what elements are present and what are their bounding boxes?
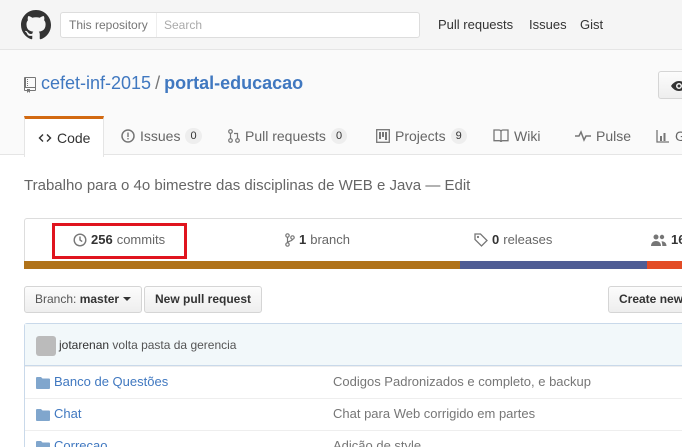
- repo-owner-link[interactable]: cefet-inf-2015: [41, 73, 151, 93]
- file-navigation: jotarenan volta pasta da gerencia Banco …: [24, 323, 682, 447]
- repo-icon: [24, 77, 36, 93]
- commit-tease-text: jotarenan volta pasta da gerencia: [59, 338, 236, 352]
- code-icon: [38, 134, 52, 142]
- branch-select-button[interactable]: Branch: master: [24, 286, 143, 313]
- tab-pulse[interactable]: Pulse: [575, 116, 631, 156]
- file-row[interactable]: Chat Chat para Web corrigido em partes: [25, 398, 682, 430]
- file-name-link[interactable]: Correcao: [54, 438, 107, 447]
- releases-link[interactable]: 0 releases: [474, 232, 552, 247]
- tab-projects-label: Projects: [395, 128, 446, 144]
- github-logo-icon[interactable]: [21, 10, 51, 40]
- file-name-link[interactable]: Chat: [54, 406, 81, 421]
- tab-issues[interactable]: Issues 0: [121, 116, 202, 156]
- commit-author[interactable]: jotarenan: [59, 338, 109, 352]
- project-icon: [376, 129, 390, 143]
- eye-icon: [671, 81, 682, 91]
- repo-separator: /: [155, 73, 161, 93]
- branch-prefix: Branch:: [35, 292, 77, 306]
- book-icon: [493, 129, 509, 143]
- tab-graphs-label: G: [675, 128, 682, 144]
- file-commit-message[interactable]: Adição de style: [333, 438, 421, 447]
- language-bar: [24, 261, 682, 269]
- file-commit-message[interactable]: Chat para Web corrigido em partes: [333, 406, 535, 421]
- pulse-icon: [575, 130, 591, 142]
- language-segment: [647, 261, 682, 269]
- contributors-count: 16: [671, 232, 682, 247]
- create-new-file-button[interactable]: Create new file: [608, 286, 682, 313]
- file-name-link[interactable]: Banco de Questões: [54, 374, 168, 389]
- search-scope-label[interactable]: This repository: [61, 13, 157, 37]
- caret-down-icon: [123, 297, 132, 301]
- search-input[interactable]: [158, 13, 418, 37]
- pull-request-icon: [228, 129, 240, 143]
- tab-wiki[interactable]: Wiki: [493, 116, 540, 156]
- graph-icon: [656, 130, 669, 143]
- tab-pulse-label: Pulse: [596, 128, 632, 144]
- folder-icon: [36, 409, 50, 421]
- file-row[interactable]: Correcao Adição de style: [25, 430, 682, 447]
- repo-description: Trabalho para o 4o bimestre das discipli…: [24, 177, 471, 194]
- tab-code[interactable]: Code: [24, 116, 104, 157]
- nav-pull-requests[interactable]: Pull requests: [438, 17, 513, 32]
- branch-count: 1: [299, 232, 307, 247]
- releases-label: releases: [503, 232, 553, 247]
- language-segment: [459, 261, 648, 269]
- repo-name-link[interactable]: portal-educacao: [164, 73, 303, 93]
- avatar[interactable]: [36, 336, 56, 356]
- tab-code-label: Code: [57, 130, 91, 146]
- tab-projects[interactable]: Projects 9: [376, 116, 467, 156]
- tab-graphs[interactable]: G: [656, 116, 682, 156]
- file-row[interactable]: Banco de Questões Codigos Padronizados e…: [25, 366, 682, 398]
- repo-title: cefet-inf-2015/portal-educacao: [41, 73, 303, 94]
- tab-issues-label: Issues: [140, 128, 181, 144]
- tab-wiki-label: Wiki: [514, 128, 541, 144]
- nav-issues[interactable]: Issues: [529, 17, 567, 32]
- tab-pull-requests-label: Pull requests: [245, 128, 326, 144]
- branches-link[interactable]: 1 branch: [285, 232, 350, 247]
- folder-icon: [36, 441, 50, 447]
- branch-label: branch: [310, 232, 350, 247]
- language-segment: [24, 261, 460, 269]
- contributors-link[interactable]: 16: [651, 232, 682, 247]
- repo-header: cefet-inf-2015/portal-educacao Code Issu…: [0, 50, 682, 157]
- issue-icon: [121, 129, 135, 143]
- issues-counter: 0: [185, 128, 202, 144]
- commit-message[interactable]: volta pasta da gerencia: [112, 338, 236, 352]
- tab-pull-requests[interactable]: Pull requests 0: [228, 116, 348, 156]
- branch-icon: [285, 232, 295, 247]
- site-header: This repository Pull requests Issues Gis…: [0, 0, 682, 50]
- new-pull-request-button[interactable]: New pull request: [144, 286, 263, 313]
- branch-name: master: [79, 292, 120, 306]
- releases-count: 0: [492, 232, 500, 247]
- search-box: This repository: [60, 12, 420, 38]
- nav-gist[interactable]: Gist: [580, 17, 603, 32]
- pull-requests-counter: 0: [330, 128, 348, 144]
- folder-icon: [36, 377, 50, 389]
- tag-icon: [474, 232, 488, 247]
- people-icon: [651, 234, 667, 246]
- commit-tease: jotarenan volta pasta da gerencia: [25, 324, 682, 366]
- watch-button[interactable]: [658, 71, 682, 99]
- projects-counter: 9: [450, 128, 467, 144]
- file-commit-message[interactable]: Codigos Padronizados e completo, e backu…: [333, 374, 591, 389]
- commits-highlight-annotation: [52, 223, 187, 259]
